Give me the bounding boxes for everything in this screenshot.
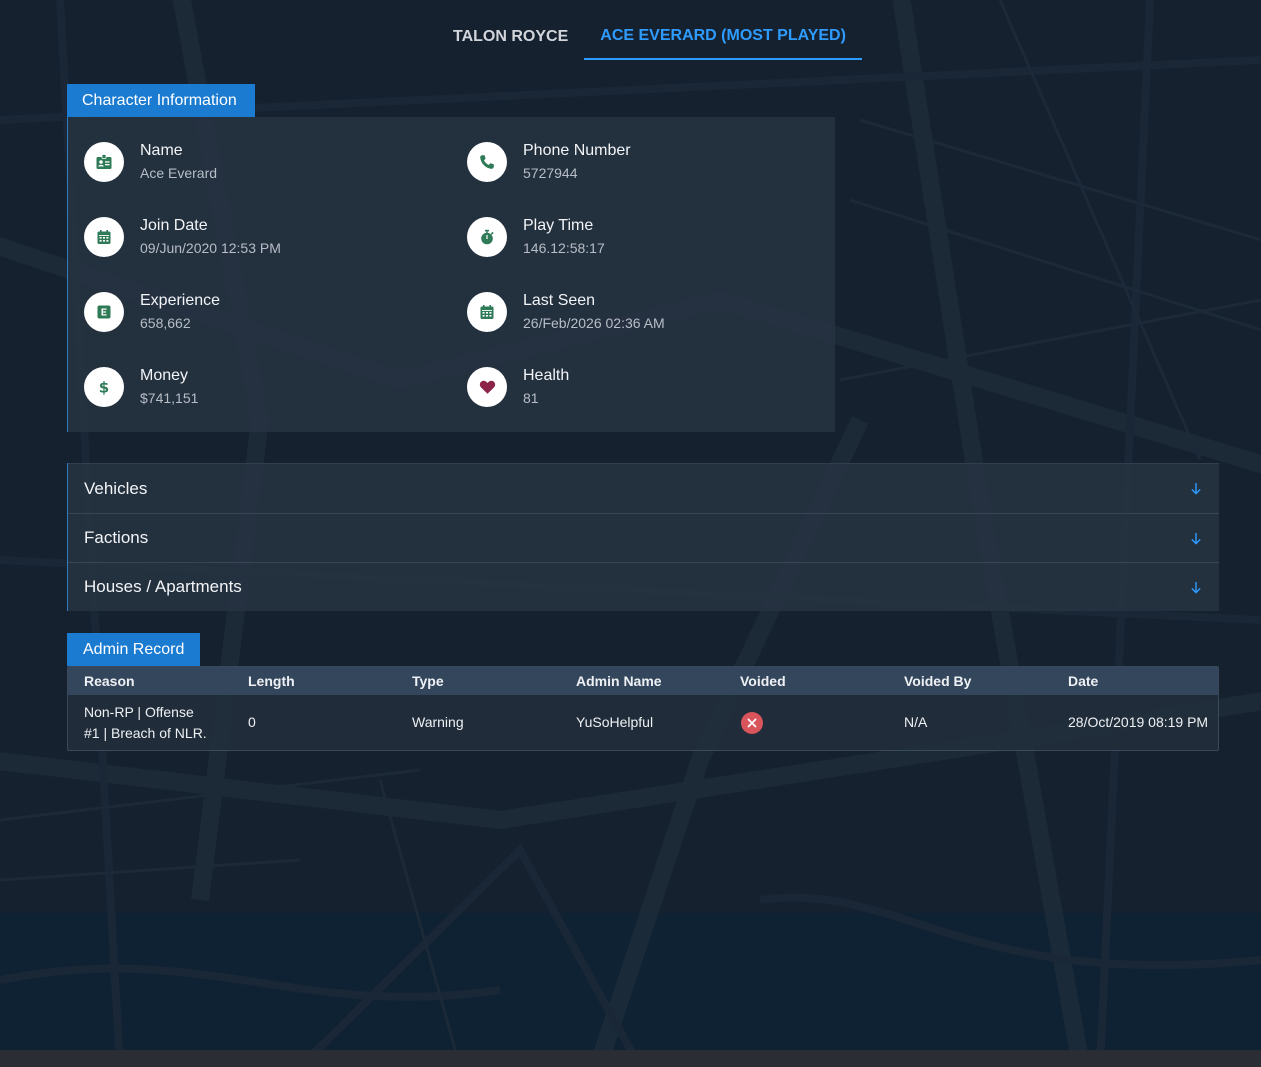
info-experience: Experience 658,662 xyxy=(84,291,220,333)
stopwatch-icon xyxy=(467,217,507,257)
cell-date: 28/Oct/2019 08:19 PM xyxy=(1068,714,1209,730)
column-header-admin-name: Admin Name xyxy=(576,672,662,689)
character-information-panel: Name Ace Everard Phone Number 5727944 Jo… xyxy=(67,117,835,432)
info-health: Health 81 xyxy=(467,366,569,408)
cell-voided xyxy=(724,711,888,734)
info-value: Ace Everard xyxy=(140,165,218,181)
sections-accordion: Vehicles Factions Houses / Apartments xyxy=(67,463,1219,611)
table-header-row: Reason Length Type Admin Name Voided Voi… xyxy=(68,667,1218,695)
info-money: $ Money $741,151 xyxy=(84,366,198,408)
not-voided-x-icon xyxy=(741,711,763,734)
section-vehicles[interactable]: Vehicles xyxy=(68,463,1219,513)
info-label: Money xyxy=(140,367,189,384)
column-header-type: Type xyxy=(412,672,444,689)
info-value: 09/Jun/2020 12:53 PM xyxy=(140,240,281,256)
info-value: 658,662 xyxy=(140,315,191,331)
phone-icon xyxy=(467,142,507,182)
column-header-voided-by: Voided By xyxy=(904,672,972,689)
svg-text:$: $ xyxy=(99,379,109,397)
admin-record-header: Admin Record xyxy=(67,633,200,666)
info-label: Experience xyxy=(140,292,221,309)
heart-icon xyxy=(467,367,507,407)
tab-talon-royce[interactable]: TALON ROYCE xyxy=(437,14,584,60)
info-label: Name xyxy=(140,142,183,159)
section-title: Houses / Apartments xyxy=(84,577,242,596)
cell-reason: Non-RP | Offense #1 | Breach of NLR. xyxy=(84,703,207,741)
table-row: Non-RP | Offense #1 | Breach of NLR. 0 W… xyxy=(68,695,1218,750)
calendar-icon xyxy=(467,292,507,332)
cell-type: Warning xyxy=(412,714,464,730)
info-last-seen: Last Seen 26/Feb/2026 02:36 AM xyxy=(467,291,665,333)
calendar-icon xyxy=(84,217,124,257)
info-label: Health xyxy=(523,367,570,384)
character-information-header: Character Information xyxy=(67,84,255,117)
dollar-icon: $ xyxy=(84,367,124,407)
cell-admin-name: YuSoHelpful xyxy=(576,714,654,730)
info-play-time: Play Time 146.12:58:17 xyxy=(467,216,605,258)
info-name: Name Ace Everard xyxy=(84,141,217,183)
info-value: 5727944 xyxy=(523,165,578,181)
info-value: 81 xyxy=(523,390,539,406)
arrow-down-icon[interactable] xyxy=(1189,482,1203,496)
section-houses-apartments[interactable]: Houses / Apartments xyxy=(68,562,1219,611)
info-label: Phone Number xyxy=(523,142,631,159)
info-value: $741,151 xyxy=(140,390,199,406)
id-badge-icon xyxy=(84,142,124,182)
column-header-length: Length xyxy=(248,672,295,689)
info-label: Last Seen xyxy=(523,292,596,309)
cell-length: 0 xyxy=(248,714,256,730)
info-join-date: Join Date 09/Jun/2020 12:53 PM xyxy=(84,216,281,258)
arrow-down-icon[interactable] xyxy=(1189,580,1203,594)
info-value: 26/Feb/2026 02:36 AM xyxy=(523,315,665,331)
cell-voided-by: N/A xyxy=(904,714,928,730)
info-label: Play Time xyxy=(523,217,594,234)
admin-record-table: Reason Length Type Admin Name Voided Voi… xyxy=(67,666,1219,751)
column-header-reason: Reason xyxy=(84,672,135,689)
experience-icon xyxy=(84,292,124,332)
footer-bar xyxy=(0,1050,1261,1067)
section-factions[interactable]: Factions xyxy=(68,513,1219,562)
info-value: 146.12:58:17 xyxy=(523,240,605,256)
section-title: Factions xyxy=(84,528,149,547)
tab-ace-everard[interactable]: ACE EVERARD (MOST PLAYED) xyxy=(584,14,862,60)
info-label: Join Date xyxy=(140,217,208,234)
column-header-date: Date xyxy=(1068,672,1099,689)
info-phone-number: Phone Number 5727944 xyxy=(467,141,631,183)
column-header-voided: Voided xyxy=(740,672,786,689)
character-tabs: TALON ROYCE ACE EVERARD (MOST PLAYED) xyxy=(437,14,862,60)
section-title: Vehicles xyxy=(84,478,148,498)
arrow-down-icon[interactable] xyxy=(1189,531,1203,545)
